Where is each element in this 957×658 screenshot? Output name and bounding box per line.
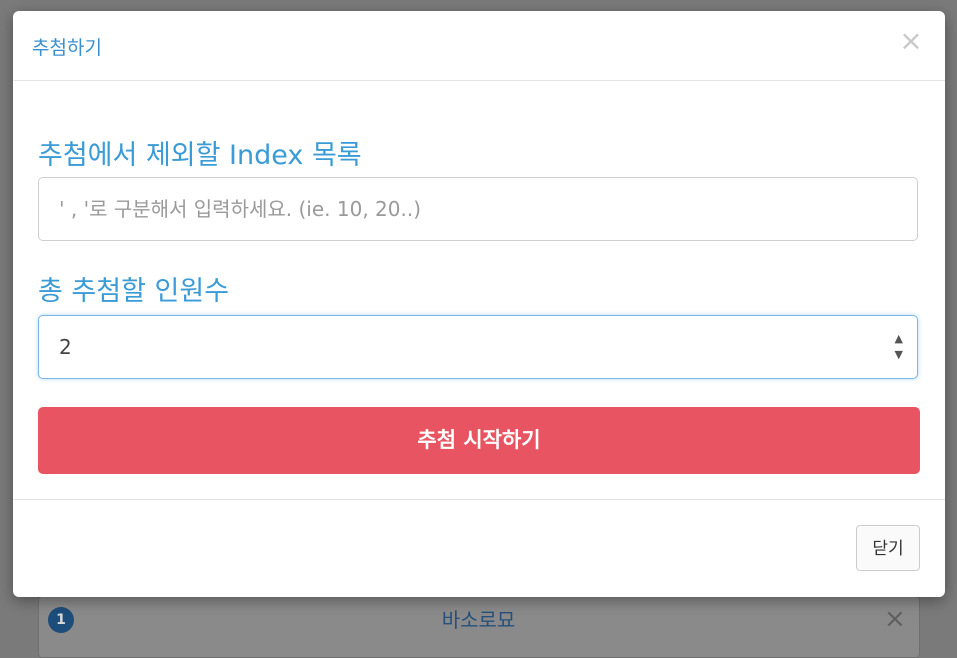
background-card-title: 바소로묘 — [441, 608, 516, 632]
modal-body: 추첨에서 제외할 Index 목록 총 추첨할 인원수 2 ▲ ▼ 추첨 시작하… — [13, 81, 945, 499]
exclude-index-input[interactable] — [38, 177, 918, 241]
start-draw-button[interactable]: 추첨 시작하기 — [38, 407, 920, 474]
background-close-icon: × — [884, 604, 906, 634]
modal-title: 추첨하기 — [32, 37, 102, 59]
modal-footer: 닫기 — [13, 499, 945, 597]
spinner-up-icon[interactable]: ▲ — [895, 333, 903, 344]
modal-header: 추첨하기 × — [13, 11, 945, 81]
spinner-down-icon[interactable]: ▼ — [895, 349, 903, 360]
total-count-input[interactable]: 2 ▲ ▼ — [38, 315, 918, 379]
total-count-label: 총 추첨할 인원수 — [38, 276, 230, 307]
exclude-index-label: 추첨에서 제외할 Index 목록 — [38, 140, 362, 171]
close-icon[interactable]: × — [897, 27, 925, 55]
total-count-value: 2 — [59, 335, 72, 359]
draw-modal: 추첨하기 × 추첨에서 제외할 Index 목록 총 추첨할 인원수 2 ▲ ▼… — [13, 11, 945, 597]
number-spinner: ▲ ▼ — [895, 333, 903, 360]
close-button[interactable]: 닫기 — [856, 525, 920, 571]
